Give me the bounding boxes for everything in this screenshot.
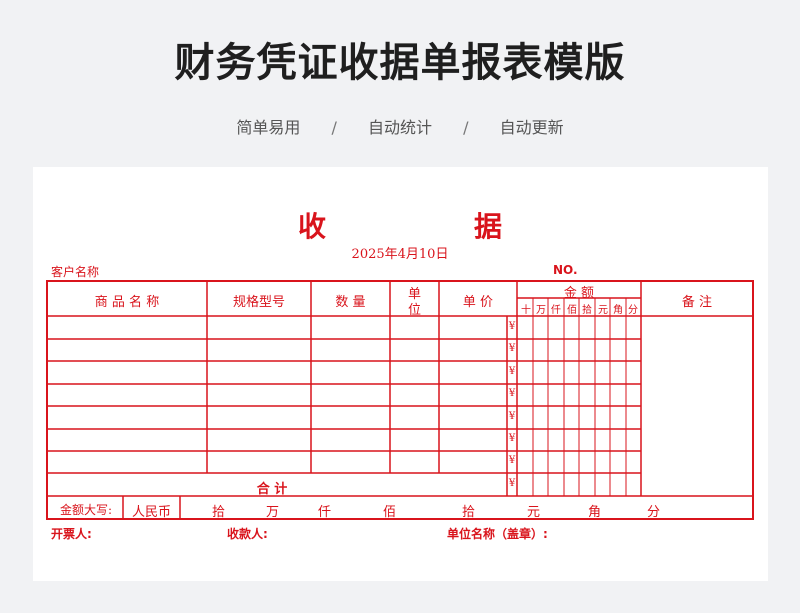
amount-unit: 角 bbox=[588, 505, 602, 520]
amount-words-label: 金额大写: bbox=[59, 503, 113, 517]
total-label: 合 计 bbox=[256, 482, 288, 497]
col-header-qty: 数 量 bbox=[335, 295, 366, 310]
yen-symbol: ¥ bbox=[508, 388, 516, 399]
payee-label: 收款人: bbox=[227, 527, 268, 541]
amount-unit: 仟 bbox=[318, 505, 332, 520]
digit-header: 分 bbox=[628, 305, 638, 316]
amount-unit: 佰 bbox=[383, 505, 397, 520]
amount-unit: 万 bbox=[266, 505, 280, 520]
yen-symbol: ¥ bbox=[508, 455, 516, 466]
yen-symbol: ¥ bbox=[508, 411, 516, 422]
issuer-label: 开票人: bbox=[51, 527, 92, 541]
org-stamp-label: 单位名称（盖章）: bbox=[447, 527, 548, 541]
digit-header: 仟 bbox=[551, 305, 561, 316]
currency-name: 人民币 bbox=[131, 505, 171, 520]
yen-symbol: ¥ bbox=[508, 321, 516, 332]
col-header-remark: 备 注 bbox=[681, 295, 713, 310]
col-header-price: 单 价 bbox=[462, 295, 494, 310]
col-header-amount: 金 额 bbox=[563, 286, 595, 301]
amount-unit: 拾 bbox=[212, 505, 226, 520]
digit-header: 拾 bbox=[582, 305, 592, 316]
digit-header: 万 bbox=[536, 305, 546, 316]
yen-symbol: ¥ bbox=[508, 478, 516, 489]
yen-symbol: ¥ bbox=[508, 366, 516, 377]
col-header-product: 商 品 名 称 bbox=[94, 295, 160, 310]
amount-unit: 元 bbox=[527, 505, 541, 520]
col-header-unit-bottom: 位 bbox=[407, 303, 421, 318]
digit-header: 元 bbox=[598, 305, 608, 316]
amount-unit: 拾 bbox=[462, 505, 476, 520]
digit-header: 角 bbox=[613, 305, 623, 316]
yen-symbol: ¥ bbox=[508, 343, 516, 354]
col-header-spec: 规格型号 bbox=[232, 295, 285, 310]
digit-header: 佰 bbox=[567, 305, 577, 316]
digit-header: 十 bbox=[521, 305, 531, 316]
yen-symbol: ¥ bbox=[508, 433, 516, 444]
amount-unit: 分 bbox=[647, 505, 661, 520]
